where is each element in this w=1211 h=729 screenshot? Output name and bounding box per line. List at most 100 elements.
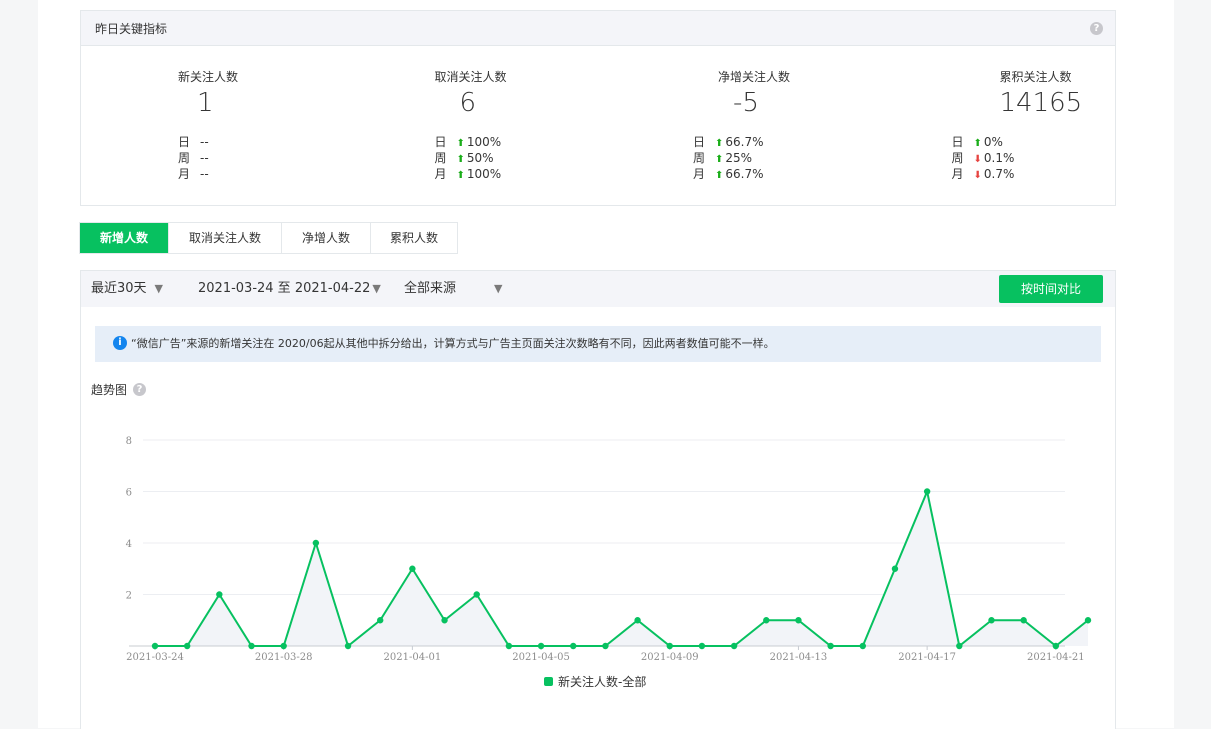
source-select[interactable]: 全部来源 ▼: [404, 271, 502, 307]
metric-col: 新关注人数 1 日 -- 周 -- 月 --: [81, 46, 340, 204]
tab-4[interactable]: 累积人数: [371, 223, 457, 253]
period-label: 周: [951, 151, 964, 165]
x-tick-label: 2021-04-17: [898, 652, 956, 663]
x-tick-label: 2021-04-05: [512, 652, 570, 663]
date-range-select[interactable]: 2021-03-24 至 2021-04-22 ▼: [198, 271, 381, 307]
metric-col: 取消关注人数 6 日 ⬆ 100% 周 ⬆ 50% 月 ⬆ 100%: [340, 46, 599, 204]
data-point: [988, 617, 995, 624]
arrow-up-icon: ⬆: [715, 170, 724, 181]
data-point: [1084, 617, 1092, 624]
data-point: [1020, 617, 1027, 624]
metric-change-row: 周 ⬆ 25%: [693, 150, 764, 166]
metric-change-row: 日 ⬆ 66.7%: [693, 134, 764, 150]
data-point: [666, 642, 673, 650]
x-tick-label: 2021-04-01: [384, 652, 442, 663]
y-tick-label: 2: [126, 591, 132, 602]
tab-1[interactable]: 新增人数: [80, 223, 169, 253]
metric-label: 净增关注人数: [718, 70, 791, 84]
y-tick-label: 6: [126, 488, 132, 499]
change-value: 0.1%: [983, 151, 1015, 165]
period-label: 日: [434, 135, 447, 149]
change-value: 25%: [725, 151, 753, 165]
change-value: 0%: [983, 135, 1003, 149]
compare-by-time-button[interactable]: 按时间对比: [999, 275, 1103, 303]
metric-change-row: 周 --: [178, 150, 209, 166]
metric-label: 新关注人数: [178, 70, 239, 84]
data-point: [730, 642, 738, 650]
question-circle-icon[interactable]: ?: [1090, 21, 1103, 35]
metric-columns: 新关注人数 1 日 -- 周 -- 月 -- 取消关注人数 6 日 ⬆ 100% 周 ⬆ 50% 月 ⬆ 100% 净…: [81, 46, 1115, 204]
arrow-up-icon: ⬆: [456, 154, 465, 165]
metric-change-row: 日 --: [178, 134, 209, 150]
trend-chart-title: 趋势图?: [91, 381, 147, 398]
metric-value: 1: [197, 88, 214, 118]
data-point: [859, 642, 866, 650]
trend-panel: 最近30天 ▼ 2021-03-24 至 2021-04-22 ▼ 全部来源 ▼ 按时…: [80, 270, 1116, 729]
period-label: 周: [434, 151, 447, 165]
tab-2[interactable]: 取消关注人数: [169, 223, 282, 253]
data-point: [441, 617, 448, 624]
range-select[interactable]: 最近30天 ▼: [91, 271, 163, 307]
metric-value: 6: [459, 88, 477, 118]
data-point: [409, 565, 416, 572]
tab-3[interactable]: 净增人数: [282, 223, 371, 253]
arrow-up-icon: ⬆: [973, 138, 982, 149]
metric-col: 净增关注人数 -5 日 ⬆ 66.7% 周 ⬆ 25% 月 ⬆ 66.7%: [598, 46, 857, 204]
period-label: 日: [693, 135, 706, 149]
period-label: 日: [178, 135, 191, 149]
question-circle-icon[interactable]: ?: [133, 383, 147, 396]
data-point: [183, 642, 191, 650]
chart-legend[interactable]: 新关注人数-全部: [544, 673, 646, 690]
metric-change-row: 日 ⬆ 100%: [435, 134, 502, 150]
period-label: 日: [951, 135, 964, 149]
key-metrics-panel: 昨日关键指标 ? 新关注人数 1 日 -- 周 -- 月 -- 取消关注人数 6 日 ⬆ 100% 周 ⬆ 5…: [80, 10, 1116, 206]
data-point: [377, 617, 384, 624]
source-select-value: 全部来源: [404, 281, 457, 296]
data-point: [505, 642, 513, 650]
caret-down-icon: ▼: [154, 282, 164, 295]
metric-label: 累积关注人数: [999, 70, 1072, 84]
metric-change-row: 周 ⬆ 50%: [435, 150, 502, 166]
change-value: 66.7%: [725, 135, 764, 149]
info-icon: i: [113, 336, 127, 350]
metric-value: -5: [733, 88, 759, 118]
metric-col: 累积关注人数 14165 日 ⬆ 0% 周 ⬇ 0.1% 月 ⬇ 0.7%: [857, 46, 1116, 204]
caret-down-icon: ▼: [372, 282, 381, 295]
change-value: --: [200, 135, 209, 149]
change-value: --: [200, 151, 209, 165]
data-point: [537, 642, 545, 650]
y-tick-label: 4: [126, 539, 132, 550]
metric-change-row: 日 ⬆ 0%: [952, 134, 1015, 150]
metric-change-row: 月 ⬆ 66.7%: [693, 166, 764, 182]
filter-bar: 最近30天 ▼ 2021-03-24 至 2021-04-22 ▼ 全部来源 ▼ 按时…: [81, 271, 1115, 307]
data-point: [956, 642, 963, 650]
data-point: [795, 617, 802, 624]
data-point: [248, 642, 255, 650]
metric-change-row: 周 ⬇ 0.1%: [952, 150, 1015, 166]
period-label: 月: [693, 167, 706, 181]
metric-change-rows: 日 ⬆ 100% 周 ⬆ 50% 月 ⬆ 100%: [435, 134, 502, 182]
arrow-up-icon: ⬆: [456, 170, 465, 181]
trend-chart-title-text: 趋势图: [91, 383, 128, 397]
data-point: [698, 642, 706, 650]
period-label: 月: [178, 167, 191, 181]
range-select-value: 最近30天: [91, 281, 147, 296]
change-value: 100%: [466, 135, 502, 149]
x-tick-label: 2021-04-13: [770, 652, 828, 663]
metric-change-rows: 日 ⬆ 0% 周 ⬇ 0.1% 月 ⬇ 0.7%: [952, 134, 1015, 182]
data-point: [344, 642, 352, 650]
x-tick-label: 2021-04-09: [641, 652, 699, 663]
series-line: [155, 490, 1089, 647]
x-tick-label: 2021-03-28: [255, 652, 313, 663]
data-point: [570, 642, 577, 650]
metric-change-row: 月 ⬇ 0.7%: [952, 166, 1015, 182]
metric-label: 取消关注人数: [434, 70, 507, 84]
metric-change-rows: 日 ⬆ 66.7% 周 ⬆ 25% 月 ⬆ 66.7%: [693, 134, 764, 182]
metric-value: 14165: [999, 88, 1083, 118]
data-point: [923, 488, 931, 495]
change-value: 66.7%: [725, 167, 764, 181]
key-metrics-title: 昨日关键指标: [95, 21, 168, 36]
data-point: [634, 617, 641, 624]
metric-change-row: 月 --: [178, 166, 209, 182]
page: 昨日关键指标 ? 新关注人数 1 日 -- 周 -- 月 -- 取消关注人数 6 日 ⬆ 100% 周 ⬆ 5…: [38, 0, 1174, 729]
